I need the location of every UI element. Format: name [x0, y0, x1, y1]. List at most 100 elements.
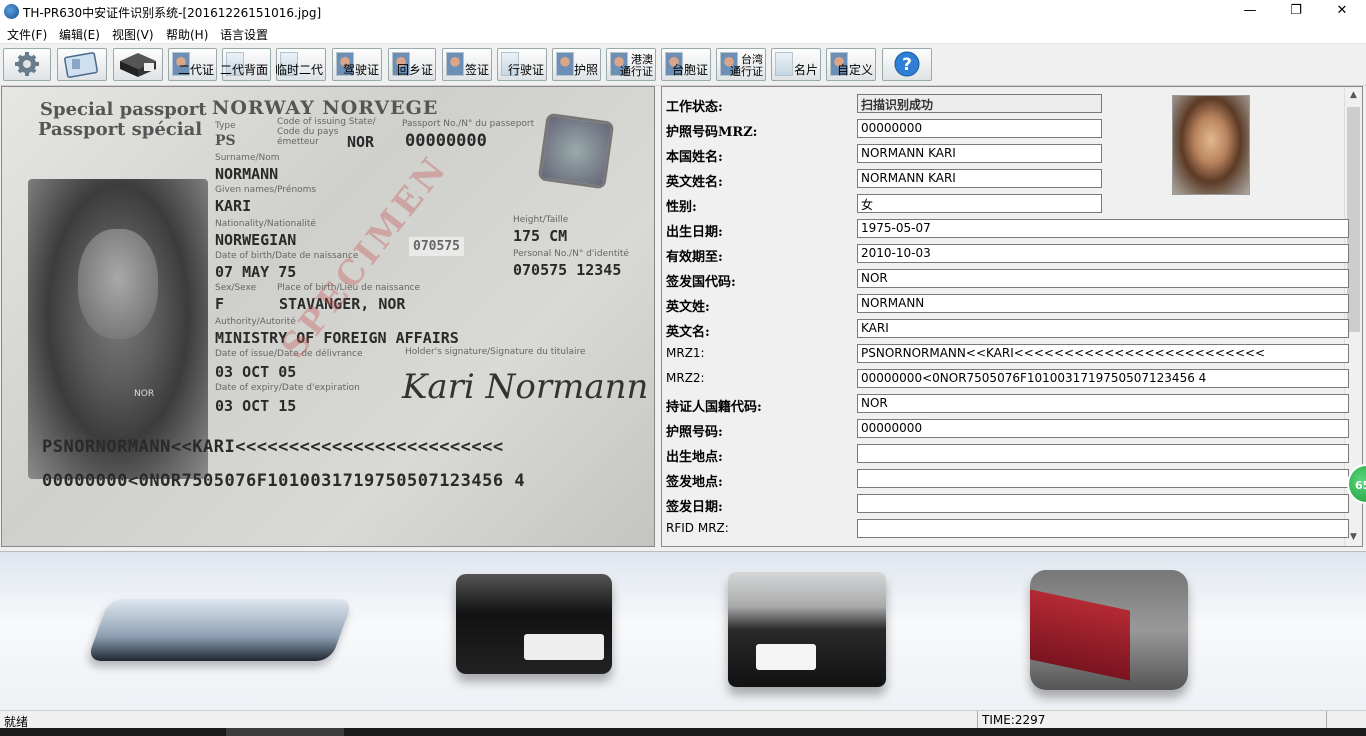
scan-card-button[interactable]	[57, 48, 107, 81]
field-row: 签发日期:	[662, 491, 1352, 516]
passport-reader-image	[1030, 570, 1188, 690]
title-bar: TH-PR630中安证件识别系统-[20161226151016.jpg] — …	[0, 0, 1366, 24]
field-value[interactable]	[857, 444, 1349, 463]
help-question-icon: ?	[894, 51, 920, 77]
field-value[interactable]: 女	[857, 194, 1102, 213]
doc-idcard-back-button[interactable]: 二代背面	[220, 48, 271, 81]
menu-view[interactable]: 视图(V)	[112, 26, 154, 43]
field-value[interactable]: 00000000	[857, 419, 1349, 438]
doc-taiwan-compatriot-button[interactable]: 台胞证	[661, 48, 711, 81]
field-row: RFID MRZ:	[662, 516, 1352, 541]
passport-type: PS	[215, 133, 236, 149]
field-value[interactable]: NORMANN KARI	[857, 144, 1102, 163]
doc-hk-macau-permit-button[interactable]: 港澳 通行证	[606, 48, 656, 81]
field-value[interactable]: 00000000	[857, 119, 1102, 138]
doc-business-card-label: 名片	[793, 63, 818, 77]
device-banner	[0, 551, 1366, 711]
menu-edit[interactable]: 编辑(E)	[59, 26, 100, 43]
field-row: MRZ2: 00000000<0NOR7505076F10100317197505…	[662, 366, 1352, 391]
settings-button[interactable]	[3, 48, 51, 81]
field-row: 持证人国籍代码: NOR	[662, 391, 1352, 416]
passport-state: NOR	[347, 133, 375, 151]
status-time: TIME:2297	[977, 711, 1327, 729]
scanner-device-button[interactable]	[113, 48, 163, 81]
passport-sex-label: Sex/Sexe	[215, 283, 257, 293]
passport-holder-photo: NOR	[28, 179, 208, 479]
holder-face	[78, 229, 158, 339]
minimize-button[interactable]: —	[1227, 0, 1273, 24]
passport-type-label: Type	[215, 121, 236, 131]
field-label: 英文姓:	[666, 300, 710, 315]
status-field[interactable]: 扫描识别成功	[857, 94, 1102, 113]
field-value[interactable]: 1975-05-07	[857, 219, 1349, 238]
doc-temp-idcard-button[interactable]: 临时二代	[274, 48, 326, 81]
field-label: 出生日期:	[666, 225, 723, 240]
doc-idcard-button[interactable]: 二代证	[168, 48, 217, 81]
status-bar: 就绪 TIME:2297	[0, 710, 1366, 729]
field-row: 本国姓名: NORMANN KARI	[662, 141, 1352, 166]
field-value[interactable]: NORMANN	[857, 294, 1349, 313]
field-value[interactable]: PSNORNORMANN<<KARI<<<<<<<<<<<<<<<<<<<<<<…	[857, 344, 1349, 363]
field-value[interactable]: 00000000<0NOR7505076F1010031719750507123…	[857, 369, 1349, 388]
field-value[interactable]	[857, 469, 1349, 488]
doc-vehicle-license-button[interactable]: 行驶证	[497, 48, 547, 81]
recognition-result-panel: ▲ ▼ 工作状态: 扫描识别成功 护照号码MRZ: 00000000 本国姓名: NORM…	[661, 86, 1363, 547]
field-value[interactable]: NOR	[857, 269, 1349, 288]
passport-surname: NORMANN	[215, 165, 279, 183]
passport-number: 00000000	[405, 131, 487, 151]
norway-emblem-icon	[537, 112, 615, 190]
doc-taiwan-permit-button[interactable]: 台湾 通行证	[716, 48, 766, 81]
card-scanner-image	[728, 572, 886, 687]
passport-photo-caption: NOR	[134, 389, 155, 399]
scanner-device-icon	[120, 53, 156, 77]
restore-icon: ❐	[1290, 3, 1302, 18]
passport-nationality-label: Nationality/Nationalité	[215, 219, 316, 229]
maximize-button[interactable]: ❐	[1273, 0, 1319, 24]
doc-driver-license-button[interactable]: 驾驶证	[332, 48, 382, 81]
doc-temp-idcard-label: 临时二代	[274, 63, 323, 77]
field-value[interactable]: KARI	[857, 319, 1349, 338]
field-row: 工作状态: 扫描识别成功	[662, 91, 1352, 116]
passport-country: NORWAY NORVEGE	[212, 97, 439, 119]
passport-personal-no-label: Personal No./N° d'identité	[513, 249, 629, 259]
doc-vehicle-license-label: 行驶证	[507, 63, 544, 77]
doc-custom-button[interactable]: 自定义	[826, 48, 876, 81]
menu-help[interactable]: 帮助(H)	[166, 26, 208, 43]
passport-nationality: NORWEGIAN	[215, 231, 297, 249]
help-button[interactable]: ?	[882, 48, 932, 81]
doc-taiwan-label-bottom: 通行证	[730, 65, 763, 78]
doc-hk-macau-label-bottom: 通行证	[620, 65, 653, 78]
minimize-icon: —	[1243, 3, 1257, 18]
field-label: 签发地点:	[666, 475, 723, 490]
passport-state-label-3: émetteur	[277, 137, 319, 147]
field-value[interactable]	[857, 494, 1349, 513]
passport-dob: 07 MAY 75	[215, 263, 297, 281]
field-label: 性别:	[666, 200, 697, 215]
passport-icon	[556, 52, 574, 76]
field-value[interactable]: NORMANN KARI	[857, 169, 1102, 188]
close-button[interactable]: ✕	[1319, 0, 1365, 24]
passport-scan-image: Special passport Passport spécial NORWAY…	[1, 86, 655, 547]
passport-sex: F	[215, 295, 225, 313]
passport-mrz-line-1: PSNORNORMANN<<KARI<<<<<<<<<<<<<<<<<<<<<<…	[42, 437, 504, 457]
field-label: 签发国代码:	[666, 275, 736, 290]
doc-passport-button[interactable]: 护照	[552, 48, 601, 81]
passport-surname-label: Surname/Nom	[215, 153, 280, 163]
field-label: 英文名:	[666, 325, 710, 340]
svg-text:?: ?	[902, 55, 912, 75]
menu-language[interactable]: 语言设置	[220, 26, 268, 43]
doc-home-return-button[interactable]: 回乡证	[388, 48, 436, 81]
field-value[interactable]: 2010-10-03	[857, 244, 1349, 263]
field-row: 性别: 女	[662, 191, 1352, 216]
passport-given-label: Given names/Prénoms	[215, 185, 317, 195]
field-row: MRZ1: PSNORNORMANN<<KARI<<<<<<<<<<<<<<<<<…	[662, 341, 1352, 366]
field-row: 有效期至: 2010-10-03	[662, 241, 1352, 266]
doc-passport-label: 护照	[573, 63, 598, 77]
field-value[interactable]	[857, 519, 1349, 538]
window-title: TH-PR630中安证件识别系统-[20161226151016.jpg]	[23, 6, 322, 20]
doc-visa-button[interactable]: 签证	[442, 48, 492, 81]
field-value[interactable]: NOR	[857, 394, 1349, 413]
field-row: 护照号码MRZ: 00000000	[662, 116, 1352, 141]
doc-business-card-button[interactable]: 名片	[771, 48, 821, 81]
menu-file[interactable]: 文件(F)	[7, 26, 47, 43]
